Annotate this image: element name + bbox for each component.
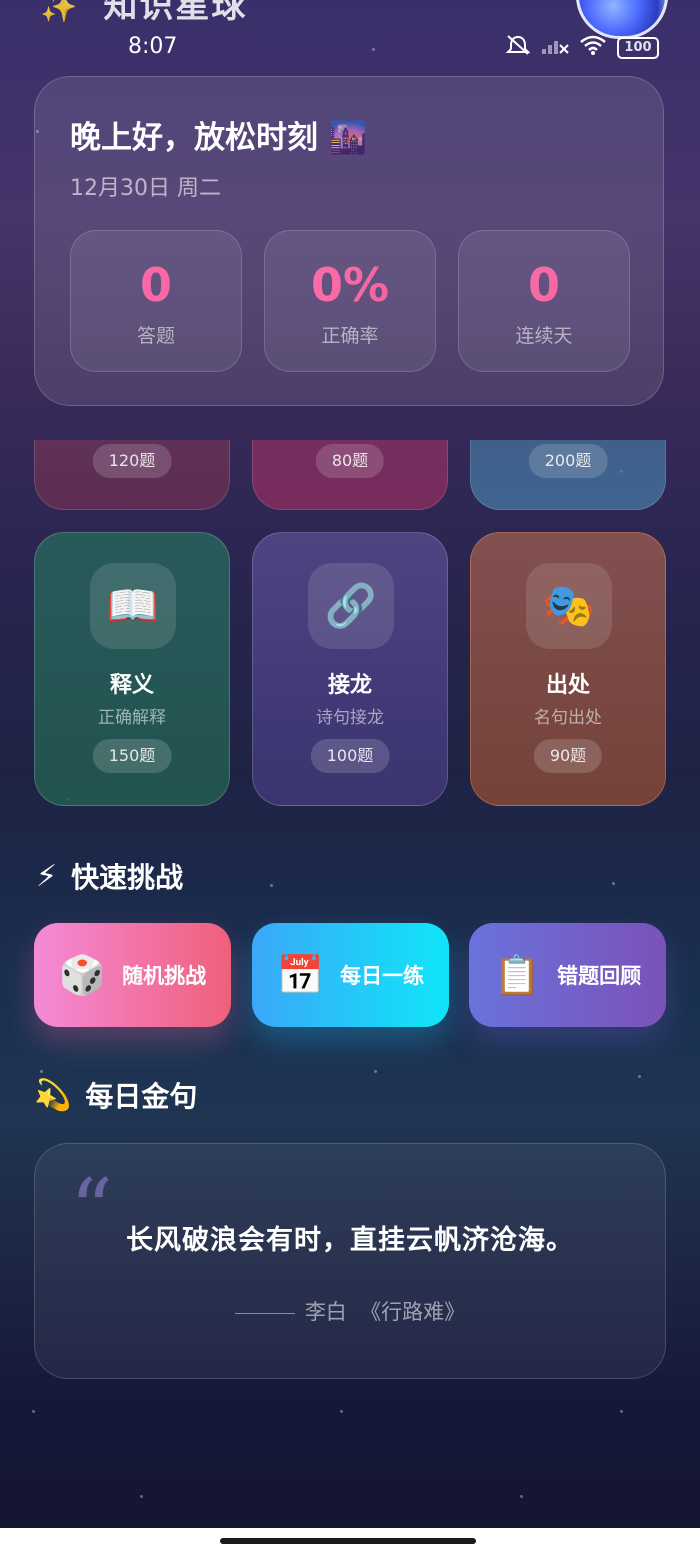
dizzy-star-icon: 💫 (34, 1077, 72, 1113)
category-name: 接龙 (327, 673, 372, 698)
stat-value: 0% (265, 257, 435, 313)
link-icon: 🔗 (308, 563, 394, 649)
random-challenge-button[interactable]: 🎲 随机挑战 (34, 923, 231, 1027)
quote-text: 长风破浪会有时，直挂云帆济沧海。 (126, 1225, 574, 1256)
book-icon: 📖 (90, 563, 176, 649)
calendar-icon: 📅 (276, 952, 325, 997)
stat-label: 连续天 (515, 325, 573, 347)
category-desc: 诗句接龙 (316, 708, 384, 728)
count-badge: 90题 (533, 739, 603, 773)
app-header: ✨ 知识星球 (40, 0, 247, 27)
mistake-review-button[interactable]: 📋 错题回顾 (469, 923, 666, 1027)
status-time: 8:07 (128, 34, 178, 59)
divider (234, 1312, 295, 1314)
dice-icon: 🎲 (58, 952, 107, 997)
category-card-chain[interactable]: 🔗 接龙 诗句接龙 100题 (252, 532, 448, 806)
daily-quote-header: 💫 每日金句 (34, 1075, 197, 1115)
category-card-partial[interactable]: 120题 (34, 440, 230, 510)
daily-practice-button[interactable]: 📅 每日一练 (252, 923, 449, 1027)
battery-icon: 100 (617, 36, 659, 59)
category-card-partial[interactable]: 80题 (252, 440, 448, 510)
home-indicator[interactable] (220, 1538, 476, 1544)
button-label: 随机挑战 (122, 964, 207, 988)
app-title: 知识星球 (103, 0, 248, 26)
stat-value: 0 (71, 257, 241, 313)
category-desc: 名句出处 (534, 708, 602, 728)
section-title: 快速挑战 (71, 861, 184, 894)
lightning-icon: ⚡ (36, 858, 58, 894)
stat-label: 答题 (136, 325, 175, 347)
quick-challenge-header: ⚡ 快速挑战 (36, 856, 183, 896)
daily-quote-card (34, 1143, 666, 1379)
button-label: 每日一练 (340, 964, 425, 988)
clipboard-icon: 📋 (493, 952, 542, 997)
category-card-source[interactable]: 🎭 出处 名句出处 90题 (470, 532, 666, 806)
section-title: 每日金句 (85, 1080, 198, 1113)
greeting-title: 晚上好，放松时刻 🌆 (70, 120, 368, 156)
category-name: 释义 (109, 673, 154, 698)
wifi-icon (579, 34, 607, 61)
quote-work: 《行路难》 (360, 1300, 466, 1324)
theater-masks-icon: 🎭 (526, 563, 612, 649)
status-icons: 100 (505, 34, 659, 61)
stat-label: 正确率 (321, 325, 379, 347)
signal-icon (541, 35, 569, 60)
quote-attribution: 李白 《行路难》 (0, 1296, 700, 1326)
count-badge: 150题 (92, 739, 172, 773)
quote-author: 李白 (304, 1300, 347, 1324)
stat-accuracy: 0% 正确率 (264, 230, 436, 372)
stat-streak: 0 连续天 (458, 230, 630, 372)
count-badge: 80题 (315, 444, 385, 478)
category-desc: 正确解释 (98, 708, 166, 728)
category-card-meaning[interactable]: 📖 释义 正确解释 150题 (34, 532, 230, 806)
stat-value: 0 (459, 257, 629, 313)
category-name: 出处 (545, 673, 590, 698)
greeting-date: 12月30日 周二 (70, 176, 221, 201)
count-badge: 200题 (528, 444, 608, 478)
stat-answered: 0 答题 (70, 230, 242, 372)
sparkles-icon: ✨ (40, 0, 80, 25)
button-label: 错题回顾 (557, 964, 642, 988)
mute-icon (505, 34, 531, 61)
count-badge: 120题 (92, 444, 172, 478)
category-card-partial[interactable]: 200题 (470, 440, 666, 510)
count-badge: 100题 (310, 739, 390, 773)
